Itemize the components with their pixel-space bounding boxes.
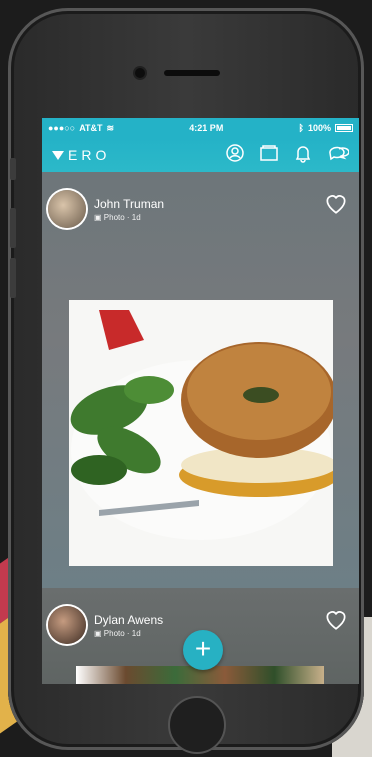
- post-meta: ▣ Photo · 1d: [94, 628, 141, 638]
- status-bar: ●●●○○ AT&T ≋ 4:21 PM ᛒ 100%: [42, 118, 359, 138]
- collections-icon[interactable]: [259, 143, 279, 168]
- feed-post: John Truman ▣ Photo · 1d: [42, 172, 359, 618]
- author-avatar[interactable]: [48, 606, 86, 644]
- like-heart-icon[interactable]: [323, 606, 349, 632]
- mute-switch: [10, 158, 16, 180]
- profile-icon[interactable]: [225, 143, 245, 168]
- app-screen: ●●●○○ AT&T ≋ 4:21 PM ᛒ 100% ERO John Tru…: [42, 118, 359, 684]
- carrier-label: AT&T: [79, 123, 103, 133]
- author-name[interactable]: Dylan Awens: [94, 613, 163, 627]
- clock-label: 4:21 PM: [189, 123, 224, 133]
- home-button[interactable]: [168, 696, 226, 754]
- post-photo[interactable]: [69, 300, 333, 566]
- author-name[interactable]: John Truman: [94, 197, 164, 211]
- iphone-frame: ●●●○○ AT&T ≋ 4:21 PM ᛒ 100% ERO John Tru…: [8, 8, 364, 754]
- earpiece-speaker: [164, 70, 220, 76]
- top-navigation-bar: ERO: [42, 138, 359, 172]
- battery-label: 100%: [307, 123, 331, 133]
- logo-text: ERO: [68, 147, 111, 163]
- notifications-icon[interactable]: [293, 143, 313, 168]
- photo-type-icon: ▣: [94, 628, 104, 638]
- photo-type-icon: ▣: [94, 212, 104, 222]
- logo-triangle-icon: [52, 150, 64, 160]
- add-post-button[interactable]: +: [183, 630, 223, 670]
- signal-icon: ●●●○○: [48, 123, 76, 133]
- vero-logo[interactable]: ERO: [52, 147, 110, 163]
- front-camera: [135, 68, 145, 78]
- volume-down-button: [10, 258, 16, 298]
- author-avatar[interactable]: [48, 190, 86, 228]
- volume-up-button: [10, 208, 16, 248]
- like-heart-icon[interactable]: [323, 190, 349, 216]
- bluetooth-icon: ᛒ: [298, 123, 304, 133]
- chat-icon[interactable]: [327, 143, 350, 168]
- wifi-icon: ≋: [106, 122, 115, 133]
- battery-icon: [334, 124, 353, 132]
- post-meta: ▣ Photo · 1d: [94, 212, 141, 222]
